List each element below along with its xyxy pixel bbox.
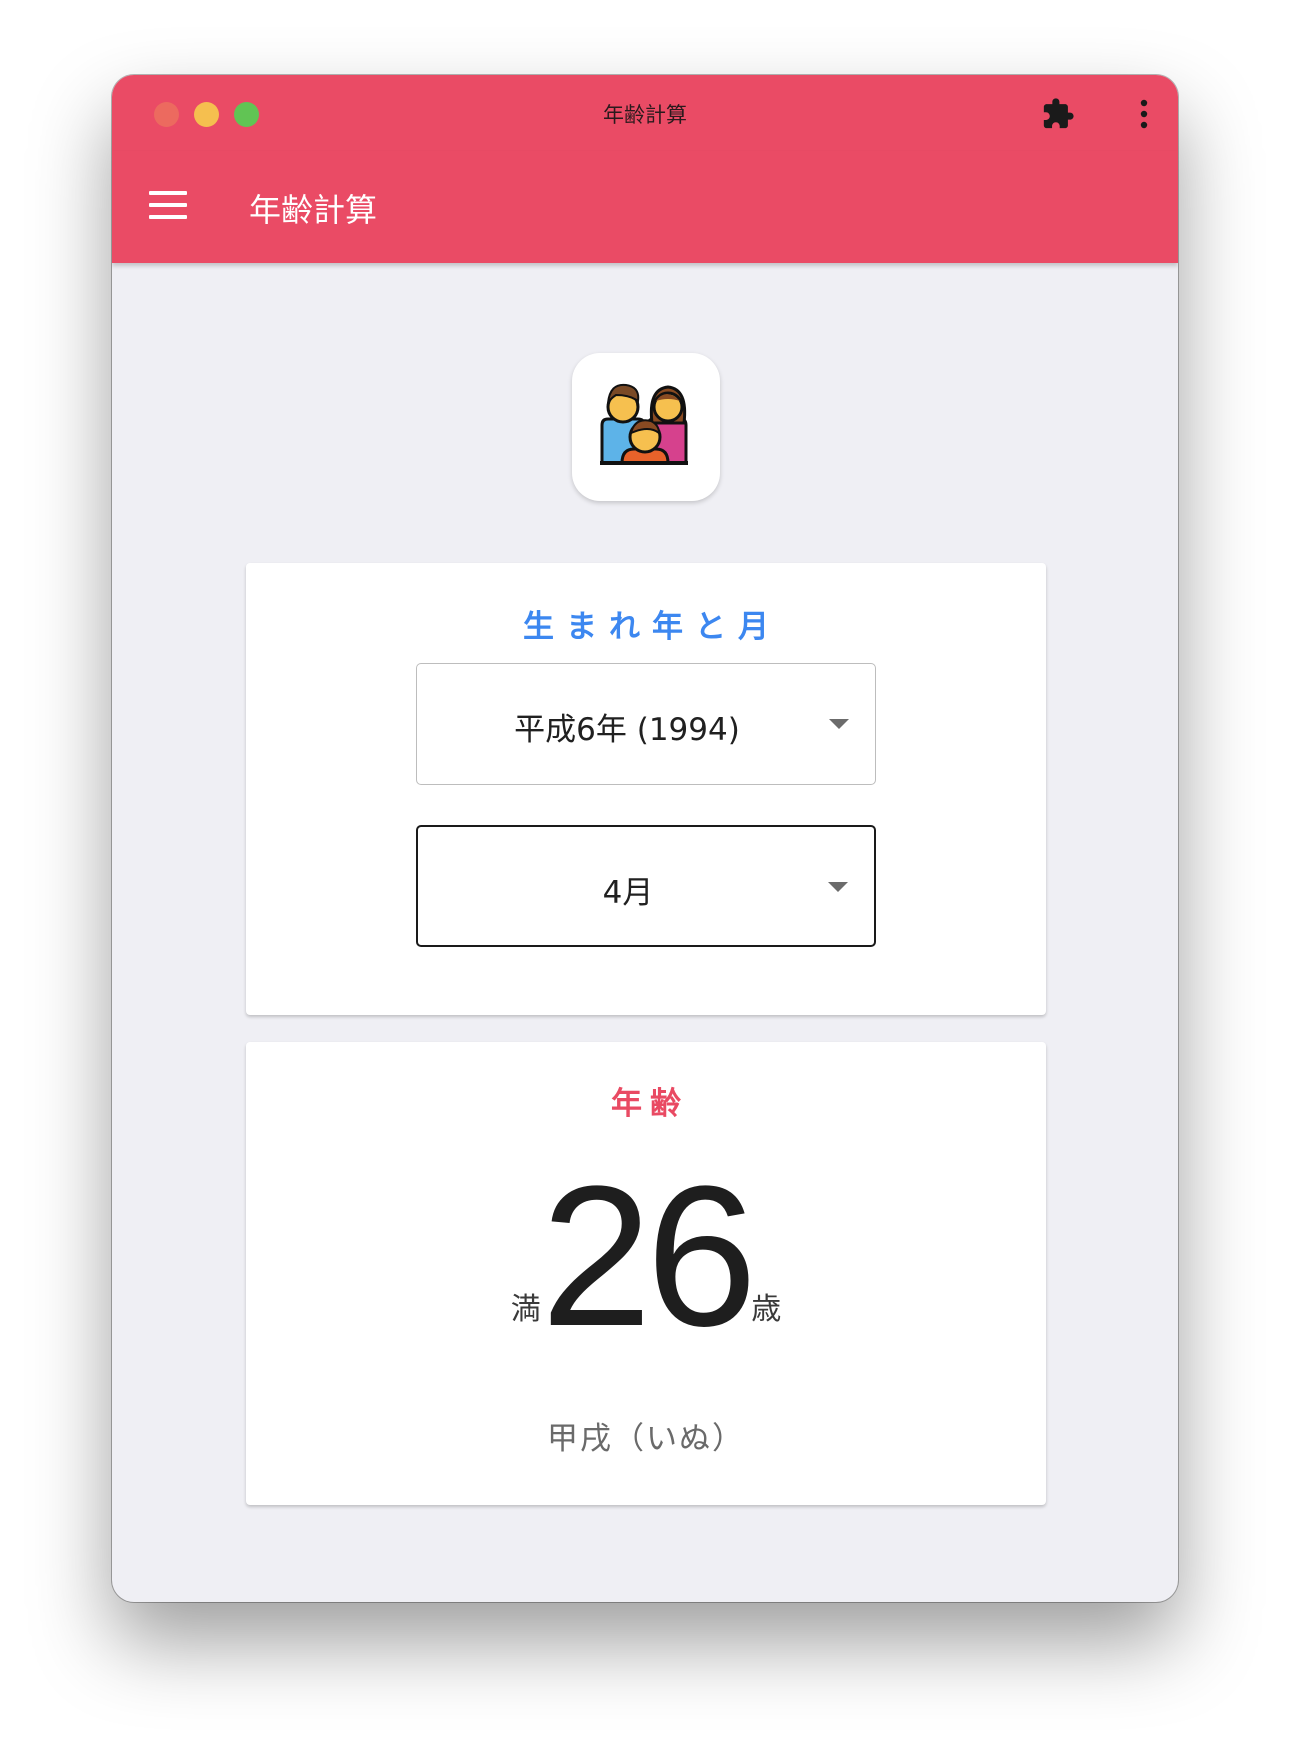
puzzle-icon[interactable] bbox=[1041, 97, 1075, 131]
birth-year-value: 平成6年 (1994) bbox=[514, 712, 740, 748]
birth-date-card: 生まれ年と月 平成6年 (1994) 4月 bbox=[246, 563, 1046, 1015]
window-title: 年齢計算 bbox=[603, 103, 687, 127]
birth-card-title: 生まれ年と月 bbox=[523, 609, 781, 645]
app-window: 年齢計算 年齢計算 生まれ年と月 平成6年 (1994) 4月 年齢 満26歳 … bbox=[112, 75, 1178, 1602]
zodiac-label: 甲戌（いぬ） bbox=[547, 1421, 745, 1457]
age-card-title: 年齢 bbox=[611, 1086, 689, 1122]
app-logo bbox=[572, 353, 720, 501]
age-display: 満26歳 bbox=[246, 1145, 1046, 1368]
title-bar: 年齢計算 bbox=[112, 75, 1178, 151]
birth-year-select[interactable]: 平成6年 (1994) bbox=[416, 663, 876, 785]
age-number: 26 bbox=[540, 1145, 757, 1368]
page-title: 年齢計算 bbox=[249, 191, 378, 229]
age-prefix: 満 bbox=[510, 1292, 541, 1327]
age-suffix: 歳 bbox=[751, 1292, 782, 1327]
app-bar: 年齢計算 bbox=[112, 151, 1178, 263]
chevron-down-icon bbox=[828, 882, 848, 892]
more-vertical-icon[interactable] bbox=[1140, 99, 1148, 129]
birth-month-select[interactable]: 4月 bbox=[416, 825, 876, 947]
chevron-down-icon bbox=[829, 719, 849, 729]
birth-month-value: 4月 bbox=[602, 875, 654, 911]
age-result-card: 年齢 満26歳 甲戌（いぬ） bbox=[246, 1042, 1046, 1505]
family-icon bbox=[600, 383, 688, 465]
hamburger-menu-icon[interactable] bbox=[149, 191, 187, 219]
